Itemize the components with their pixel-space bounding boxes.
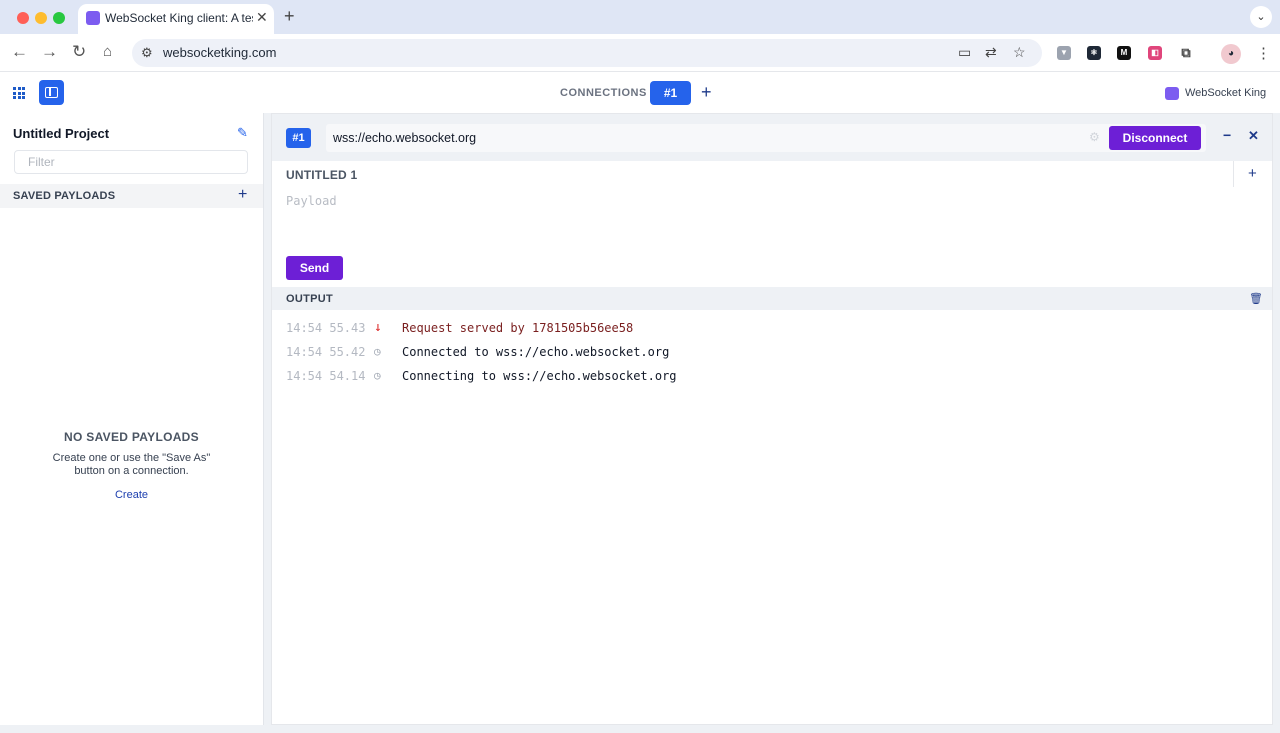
clear-output-trash-icon[interactable]: 🗑 [1249,292,1263,305]
browser-tab[interactable]: WebSocket King client: A test ✕ [78,4,274,34]
output-log: 14:54 55.43 ↓ Request served by 1781505b… [286,320,1256,393]
crown-favicon-icon [86,11,100,25]
info-circle-icon: ◷ [374,369,381,382]
disconnect-button[interactable]: Disconnect [1109,126,1201,150]
create-payload-link[interactable]: Create [0,489,263,501]
brand-name: WebSocket King [1185,87,1267,99]
sidebar-toggle-button[interactable] [39,80,64,105]
project-title: Untitled Project [13,126,110,141]
profile-avatar[interactable]: ◕ [1221,44,1241,64]
crown-logo-icon [1165,87,1179,100]
add-message-tab-icon[interactable]: + [1248,165,1257,182]
reload-icon[interactable]: ↻ [72,42,86,62]
color-extension-icon[interactable]: ◧ [1148,46,1162,60]
site-settings-icon[interactable]: ⚙ [141,45,153,61]
browser-toolbar: ← → ↻ ⌂ ⚙ websocketking.com ▭ ⇄ ☆ ▼ ⚛ M … [0,34,1280,72]
log-message: Connected to wss://echo.websocket.org [402,345,670,359]
app-header: CONNECTIONS #1 + WebSocket King [0,73,1280,113]
add-connection-icon[interactable]: + [701,82,712,103]
connection-bar: #1 wss://echo.websocket.org ⚙ Disconnect… [272,114,1272,161]
output-header: OUTPUT 🗑 [272,287,1272,310]
tab-search-chevron-icon[interactable]: ⌄ [1250,6,1272,28]
browser-menu-icon[interactable]: ⋮ [1256,44,1271,62]
address-url: websocketking.com [163,45,277,60]
connection-url-field[interactable]: wss://echo.websocket.org ⚙ [326,124,1206,152]
log-message: Request served by 1781505b56ee58 [402,321,634,335]
react-extension-icon[interactable]: ⚛ [1087,46,1101,60]
tab-untitled-1[interactable]: UNTITLED 1 [286,168,357,182]
markdown-extension-icon[interactable]: M [1117,46,1131,60]
close-window-icon[interactable] [17,12,29,24]
apps-grid-icon[interactable] [13,87,25,99]
log-timestamp: 14:54 54.14 [286,369,366,383]
saved-payloads-header: SAVED PAYLOADS + [0,184,263,208]
connection-settings-icon[interactable]: ⚙ [1089,130,1100,144]
edit-project-icon[interactable]: ✎ [237,125,248,141]
connections-label[interactable]: CONNECTIONS [560,87,647,99]
workspace: Untitled Project ✎ SAVED PAYLOADS + NO S… [0,113,1280,733]
minimize-window-icon[interactable] [35,12,47,24]
translate-icon[interactable]: ⇄ [985,44,997,61]
connection-badge: #1 [286,128,311,148]
log-timestamp: 14:54 55.43 [286,321,366,335]
bookmark-star-icon[interactable]: ☆ [1013,44,1026,61]
home-icon[interactable]: ⌂ [103,43,112,60]
sidebar: Untitled Project ✎ SAVED PAYLOADS + NO S… [0,113,264,725]
log-message: Connecting to wss://echo.websocket.org [402,369,677,383]
log-entry: 14:54 54.14 ◷ Connecting to wss://echo.w… [286,369,1256,393]
output-label: OUTPUT [286,293,334,305]
vue-extension-icon[interactable]: ▼ [1057,46,1071,60]
payload-input[interactable] [286,194,1226,250]
tab-title: WebSocket King client: A test [105,11,253,25]
info-circle-icon: ◷ [374,345,381,358]
filter-input[interactable] [14,150,248,174]
address-bar[interactable]: ⚙ websocketking.com ▭ ⇄ ☆ [132,39,1042,67]
maximize-window-icon[interactable] [53,12,65,24]
forward-icon[interactable]: → [41,42,58,62]
log-entry: 14:54 55.42 ◷ Connected to wss://echo.we… [286,345,1256,369]
log-timestamp: 14:54 55.42 [286,345,366,359]
empty-state-description: Create one or use the "Save As" button o… [52,452,211,477]
extensions-puzzle-icon[interactable]: ⧉ [1179,46,1193,60]
tab-close-icon[interactable]: ✕ [256,9,268,26]
tab-divider [1233,161,1234,187]
add-payload-icon[interactable]: + [238,186,247,204]
saved-payloads-label: SAVED PAYLOADS [13,190,116,202]
arrow-down-icon: ↓ [374,320,382,335]
tab-connection-1[interactable]: #1 [650,81,691,105]
new-tab-icon[interactable]: + [284,6,295,27]
minimize-panel-icon[interactable]: − [1223,127,1231,143]
close-panel-icon[interactable]: ✕ [1248,128,1259,144]
log-entry: 14:54 55.43 ↓ Request served by 1781505b… [286,320,1256,345]
browser-tab-strip: WebSocket King client: A test ✕ + ⌄ [0,0,1280,34]
send-button[interactable]: Send [286,256,343,280]
connection-url: wss://echo.websocket.org [333,131,477,145]
connection-panel: #1 wss://echo.websocket.org ⚙ Disconnect… [271,113,1273,725]
install-app-icon[interactable]: ▭ [958,44,971,61]
sidebar-panel-icon [45,87,58,98]
empty-state-title: NO SAVED PAYLOADS [64,430,199,444]
back-icon[interactable]: ← [11,42,28,62]
